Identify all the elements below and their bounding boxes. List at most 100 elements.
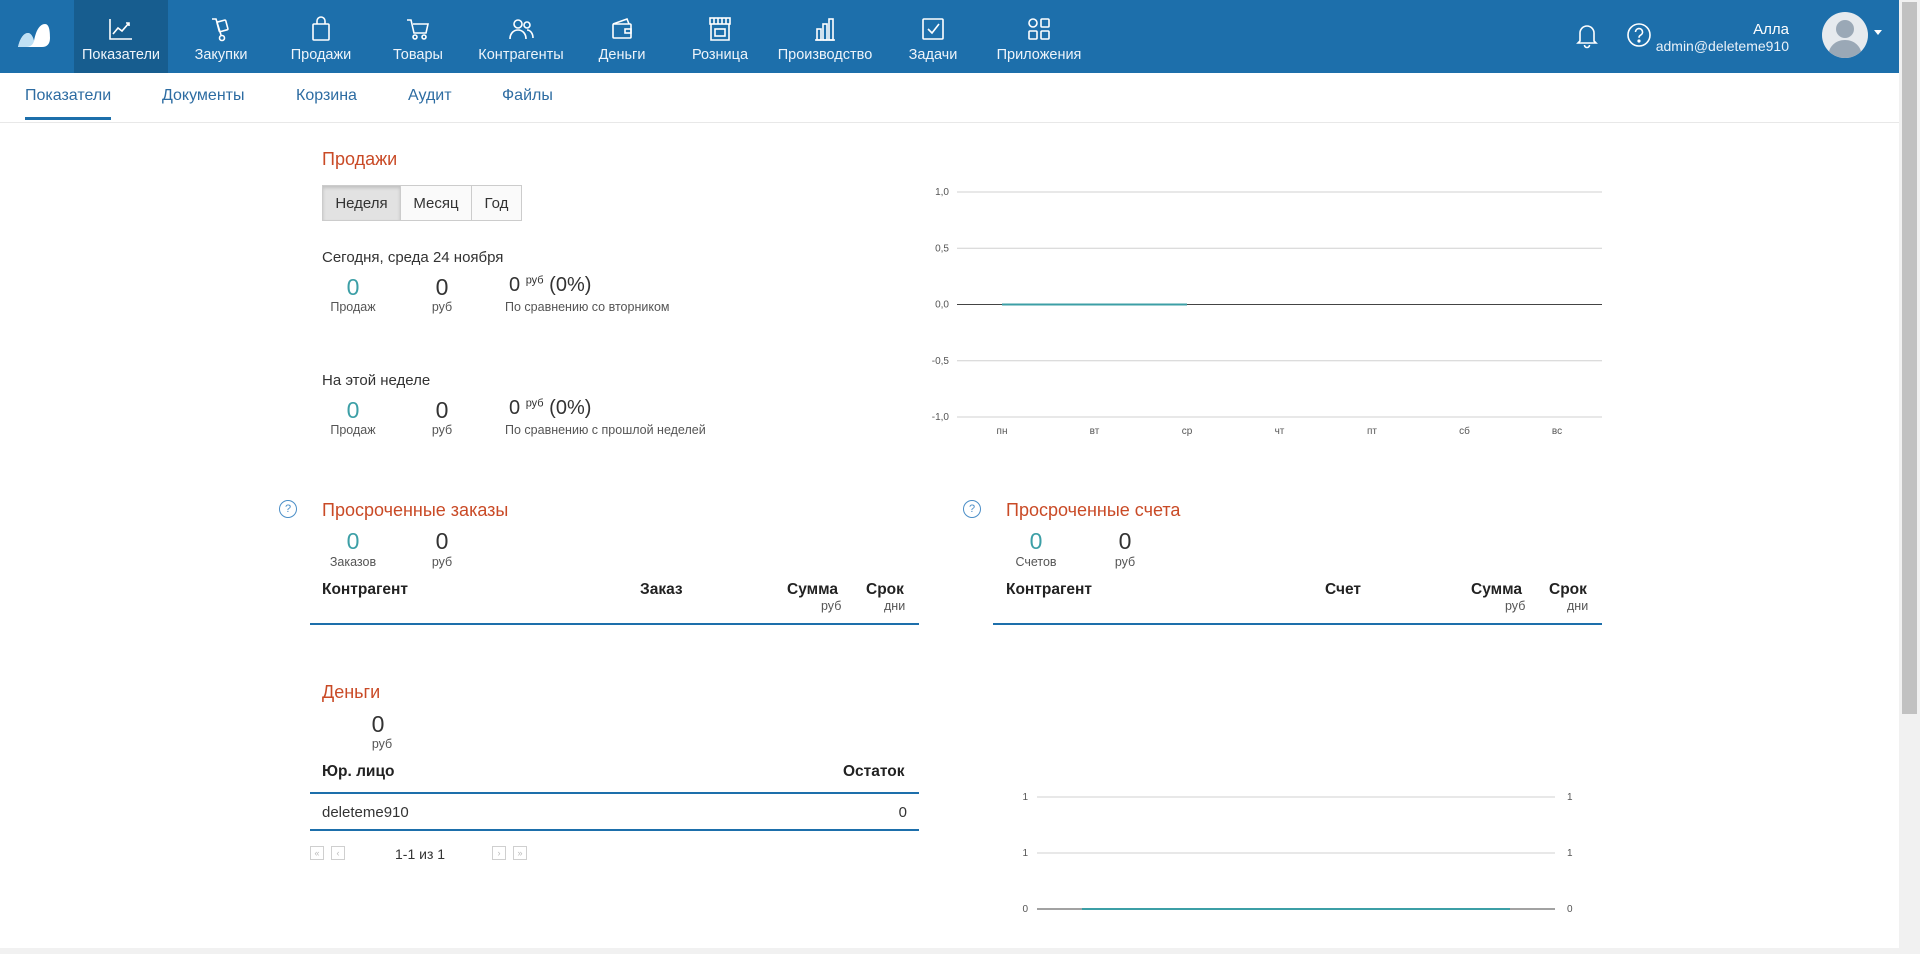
money-chart: 1 1 1 1 0 0 bbox=[1022, 792, 1573, 915]
pager-next-icon[interactable]: › bbox=[492, 846, 506, 860]
overdue-orders-title: Просроченные заказы bbox=[322, 500, 509, 520]
bell-icon[interactable] bbox=[1572, 20, 1602, 50]
week-sales-count-caption: Продаж bbox=[330, 423, 376, 437]
nav-item-sales[interactable]: Продажи bbox=[281, 0, 361, 73]
nav-item-purchases[interactable]: Закупки bbox=[181, 0, 261, 73]
sales-chart: 1,0 0,5 0,0 -0,5 -1,0 пн вт ср чт пт сб вс bbox=[932, 187, 1602, 437]
invoices-col-term[interactable]: Срок bbox=[1549, 581, 1587, 599]
today-compare-pct: (0%) bbox=[549, 274, 592, 296]
chart-line-icon bbox=[109, 19, 132, 40]
nav-item-production[interactable]: Производство bbox=[775, 0, 875, 73]
y-tick-label: -1,0 bbox=[932, 412, 950, 423]
overdue-invoices-count[interactable]: 0 bbox=[1018, 528, 1054, 555]
x-tick-label: пн bbox=[997, 426, 1008, 437]
invoices-col-sum-unit: руб bbox=[1505, 599, 1526, 613]
overdue-invoices-count-caption: Счетов bbox=[1015, 555, 1057, 569]
overdue-invoices-title: Просроченные счета bbox=[1006, 500, 1181, 520]
hand-truck-icon bbox=[212, 18, 229, 42]
nav-item-label: Задачи bbox=[908, 47, 958, 63]
nav-item-dashboard[interactable]: Показатели bbox=[74, 0, 168, 73]
overdue-orders-count-caption: Заказов bbox=[329, 555, 377, 569]
nav-item-products[interactable]: Товары bbox=[378, 0, 458, 73]
scrollbar-thumb[interactable] bbox=[1902, 2, 1917, 714]
today-compare-caption: По сравнению со вторником bbox=[505, 300, 670, 314]
cart-icon bbox=[407, 19, 429, 40]
orders-col-order[interactable]: Заказ bbox=[640, 581, 683, 599]
y-tick-label-right: 1 bbox=[1567, 848, 1573, 859]
y-tick-label-right: 0 bbox=[1567, 904, 1573, 915]
logo-icon[interactable] bbox=[14, 16, 54, 56]
nav-item-retail[interactable]: Розница bbox=[680, 0, 760, 73]
money-col-entity[interactable]: Юр. лицо bbox=[322, 763, 394, 781]
x-tick-label: чт bbox=[1275, 426, 1285, 437]
top-navigation-bar: Показатели Закупки Продажи Товары Контра… bbox=[0, 0, 1899, 73]
orders-help-icon[interactable]: ? bbox=[279, 500, 297, 518]
orders-col-counterparty[interactable]: Контрагент bbox=[322, 581, 408, 599]
week-compare-unit: руб bbox=[525, 397, 544, 410]
period-year-button[interactable]: Год bbox=[471, 185, 522, 221]
money-col-balance[interactable]: Остаток bbox=[843, 763, 905, 781]
checkbox-icon bbox=[922, 18, 944, 40]
help-icon[interactable] bbox=[1624, 20, 1654, 50]
period-month-button[interactable]: Месяц bbox=[400, 185, 472, 221]
overdue-orders-sum-caption: руб bbox=[431, 555, 453, 569]
money-total: 0 bbox=[371, 711, 385, 737]
users-icon bbox=[509, 19, 534, 40]
orders-col-sum[interactable]: Сумма bbox=[787, 581, 838, 599]
orders-col-term[interactable]: Срок bbox=[866, 581, 904, 599]
y-tick-label: 1,0 bbox=[935, 187, 949, 198]
horizontal-scrollbar[interactable] bbox=[0, 948, 1899, 954]
today-sales-count[interactable]: 0 bbox=[335, 274, 371, 301]
period-week-button[interactable]: Неделя bbox=[322, 185, 401, 221]
chevron-down-icon[interactable] bbox=[1874, 30, 1882, 35]
tab-documents[interactable]: Документы bbox=[162, 87, 244, 117]
tab-audit[interactable]: Аудит bbox=[408, 87, 452, 117]
vertical-scrollbar[interactable] bbox=[1899, 0, 1920, 954]
nav-item-counterparties[interactable]: Контрагенты bbox=[474, 0, 568, 73]
store-icon bbox=[709, 17, 731, 41]
invoices-help-icon[interactable]: ? bbox=[963, 500, 981, 518]
nav-item-money[interactable]: Деньги bbox=[582, 0, 662, 73]
y-tick-label: 0,5 bbox=[935, 243, 949, 254]
sub-navigation: Показатели Документы Корзина Аудит Файлы bbox=[0, 73, 1899, 123]
x-tick-label: ср bbox=[1182, 426, 1193, 437]
y-tick-label-left: 1 bbox=[1022, 792, 1028, 803]
week-sales-count[interactable]: 0 bbox=[335, 397, 371, 424]
user-name: Алла bbox=[1753, 21, 1789, 38]
invoices-table-divider bbox=[993, 623, 1602, 625]
pager-first-icon[interactable]: « bbox=[310, 846, 324, 860]
money-title: Деньги bbox=[322, 682, 381, 702]
money-total-caption: руб bbox=[371, 737, 393, 751]
invoices-col-sum[interactable]: Сумма bbox=[1471, 581, 1522, 599]
y-tick-label-left: 1 bbox=[1022, 848, 1028, 859]
today-sales-sum: 0 bbox=[435, 274, 449, 300]
tab-trash[interactable]: Корзина bbox=[296, 87, 357, 117]
week-label: На этой неделе bbox=[322, 372, 431, 389]
shopping-bag-icon bbox=[312, 16, 330, 41]
money-table-header-divider bbox=[310, 792, 919, 794]
today-label: Сегодня, среда 24 ноября bbox=[322, 249, 504, 266]
pager-prev-icon[interactable]: ‹ bbox=[331, 846, 345, 860]
week-sales-sum: 0 bbox=[435, 397, 449, 423]
overdue-orders-count[interactable]: 0 bbox=[335, 528, 371, 555]
nav-item-apps[interactable]: Приложения bbox=[992, 0, 1086, 73]
invoices-col-counterparty[interactable]: Контрагент bbox=[1006, 581, 1092, 599]
nav-item-tasks[interactable]: Задачи bbox=[893, 0, 973, 73]
invoices-col-invoice[interactable]: Счет bbox=[1325, 581, 1361, 599]
x-tick-label: сб bbox=[1459, 425, 1470, 437]
overdue-orders-sum: 0 bbox=[435, 528, 449, 554]
orders-col-term-unit: дни bbox=[884, 599, 906, 613]
y-tick-label-left: 0 bbox=[1022, 904, 1028, 915]
pager-last-icon[interactable]: » bbox=[513, 846, 527, 860]
wallet-icon bbox=[612, 17, 632, 39]
tab-files[interactable]: Файлы bbox=[502, 87, 553, 117]
tab-dashboard[interactable]: Показатели bbox=[25, 87, 112, 120]
avatar[interactable] bbox=[1822, 12, 1868, 58]
table-row[interactable]: deleteme910 0 bbox=[310, 795, 919, 829]
invoices-col-term-unit: дни bbox=[1567, 599, 1589, 613]
week-compare-caption: По сравнению с прошлой неделей bbox=[505, 423, 706, 437]
overdue-invoices-sum-caption: руб bbox=[1114, 555, 1136, 569]
x-tick-label: пт bbox=[1367, 426, 1377, 437]
orders-col-sum-unit: руб bbox=[821, 599, 842, 613]
today-sales-count-caption: Продаж bbox=[330, 300, 376, 314]
